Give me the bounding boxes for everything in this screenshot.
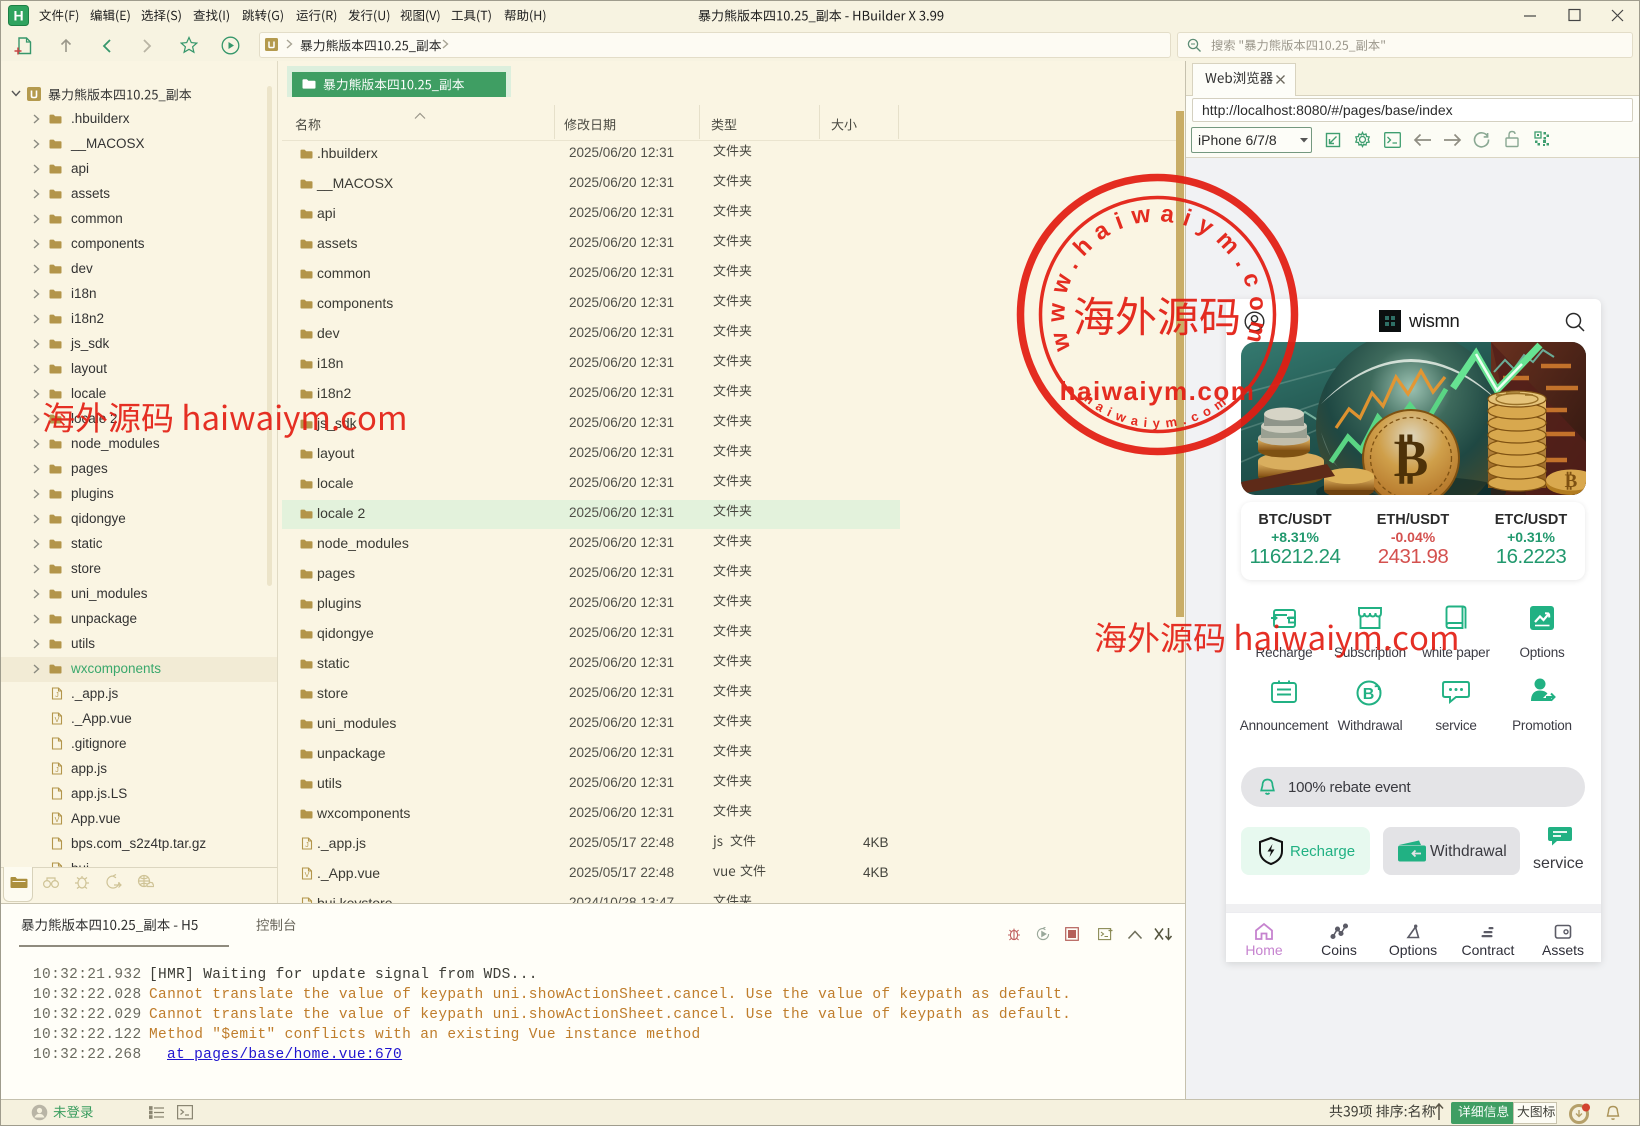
svg-text:J: J bbox=[55, 692, 59, 699]
svg-text:B: B bbox=[1363, 686, 1375, 703]
svg-text:haiwaiym.com: haiwaiym.com bbox=[1060, 376, 1256, 406]
svg-text:₿: ₿ bbox=[1565, 471, 1578, 492]
svg-text:J: J bbox=[55, 767, 59, 774]
svg-text:V: V bbox=[55, 817, 60, 824]
svg-text:V: V bbox=[55, 717, 60, 724]
svg-text:V: V bbox=[305, 872, 310, 879]
svg-text:H: H bbox=[13, 8, 23, 24]
svg-text:₿: ₿ bbox=[1394, 431, 1429, 488]
svg-text:J: J bbox=[305, 842, 309, 849]
